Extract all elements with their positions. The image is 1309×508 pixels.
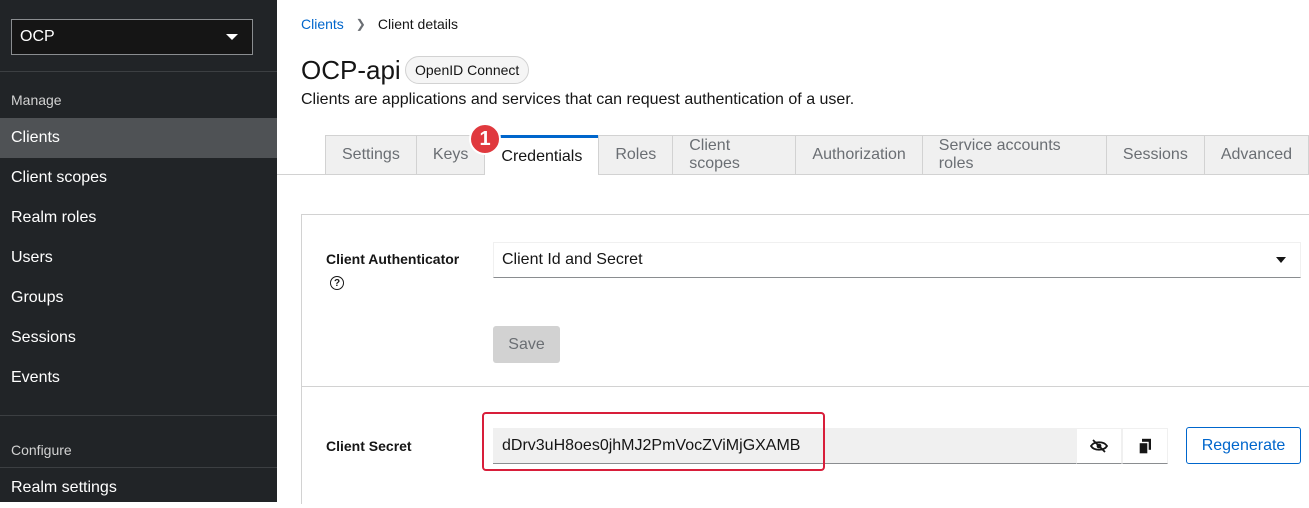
card-divider [302,386,1309,387]
tab-sessions[interactable]: Sessions [1105,135,1204,175]
tab-roles[interactable]: Roles [598,135,673,175]
sidebar: OCP Manage Clients Client scopes Realm r… [0,0,277,502]
sidebar-item-clients[interactable]: Clients [0,118,277,158]
section-title-configure: Configure [11,442,72,458]
tab-settings[interactable]: Settings [325,135,416,175]
sidebar-divider [0,415,277,416]
caret-down-icon [1276,257,1286,263]
client-authenticator-value: Client Id and Secret [502,251,643,268]
client-secret-label: Client Secret [326,438,412,454]
realm-name: OCP [20,28,55,45]
breadcrumb-clients-link[interactable]: Clients [301,16,344,32]
step-badge: 1 [469,123,501,155]
help-icon[interactable]: ? [330,276,344,290]
save-button[interactable]: Save [493,326,560,363]
copy-button[interactable] [1122,428,1168,464]
page-title: OCP-api [301,55,401,85]
breadcrumb: Clients ❯ Client details [301,16,458,32]
tab-credentials[interactable]: Credentials [484,135,599,175]
sidebar-item-users[interactable]: Users [0,238,277,278]
tab-client-scopes[interactable]: Client scopes [672,135,796,175]
breadcrumb-current: Client details [377,16,459,32]
section-title-manage: Manage [11,92,62,108]
sidebar-divider [0,71,277,72]
tab-authorization[interactable]: Authorization [795,135,922,175]
main-content: Clients ❯ Client details OCP-api OpenID … [277,0,1309,504]
regenerate-button[interactable]: Regenerate [1186,427,1301,464]
sidebar-item-sessions[interactable]: Sessions [0,318,277,358]
sidebar-item-client-scopes[interactable]: Client scopes [0,158,277,198]
sidebar-item-realm-settings[interactable]: Realm settings [0,468,277,508]
page-description: Clients are applications and services th… [301,91,855,108]
toggle-visibility-button[interactable] [1076,428,1122,464]
sidebar-item-events[interactable]: Events [0,358,277,398]
client-authenticator-select[interactable]: Client Id and Secret [493,242,1301,278]
realm-selector[interactable]: OCP [11,19,253,55]
chevron-right-icon: ❯ [355,17,366,31]
caret-down-icon [226,34,238,40]
eye-slash-icon [1090,439,1108,453]
copy-icon [1138,438,1151,455]
protocol-badge: OpenID Connect [405,56,530,84]
client-authenticator-label: Client Authenticator [326,251,460,267]
tab-service-accounts-roles[interactable]: Service accounts roles [921,135,1106,175]
sidebar-item-realm-roles[interactable]: Realm roles [0,198,277,238]
sidebar-item-groups[interactable]: Groups [0,278,277,318]
secret-highlight-box [482,412,825,471]
credentials-card: Client Authenticator ? Client Id and Sec… [301,214,1309,504]
tab-advanced[interactable]: Advanced [1203,135,1309,175]
